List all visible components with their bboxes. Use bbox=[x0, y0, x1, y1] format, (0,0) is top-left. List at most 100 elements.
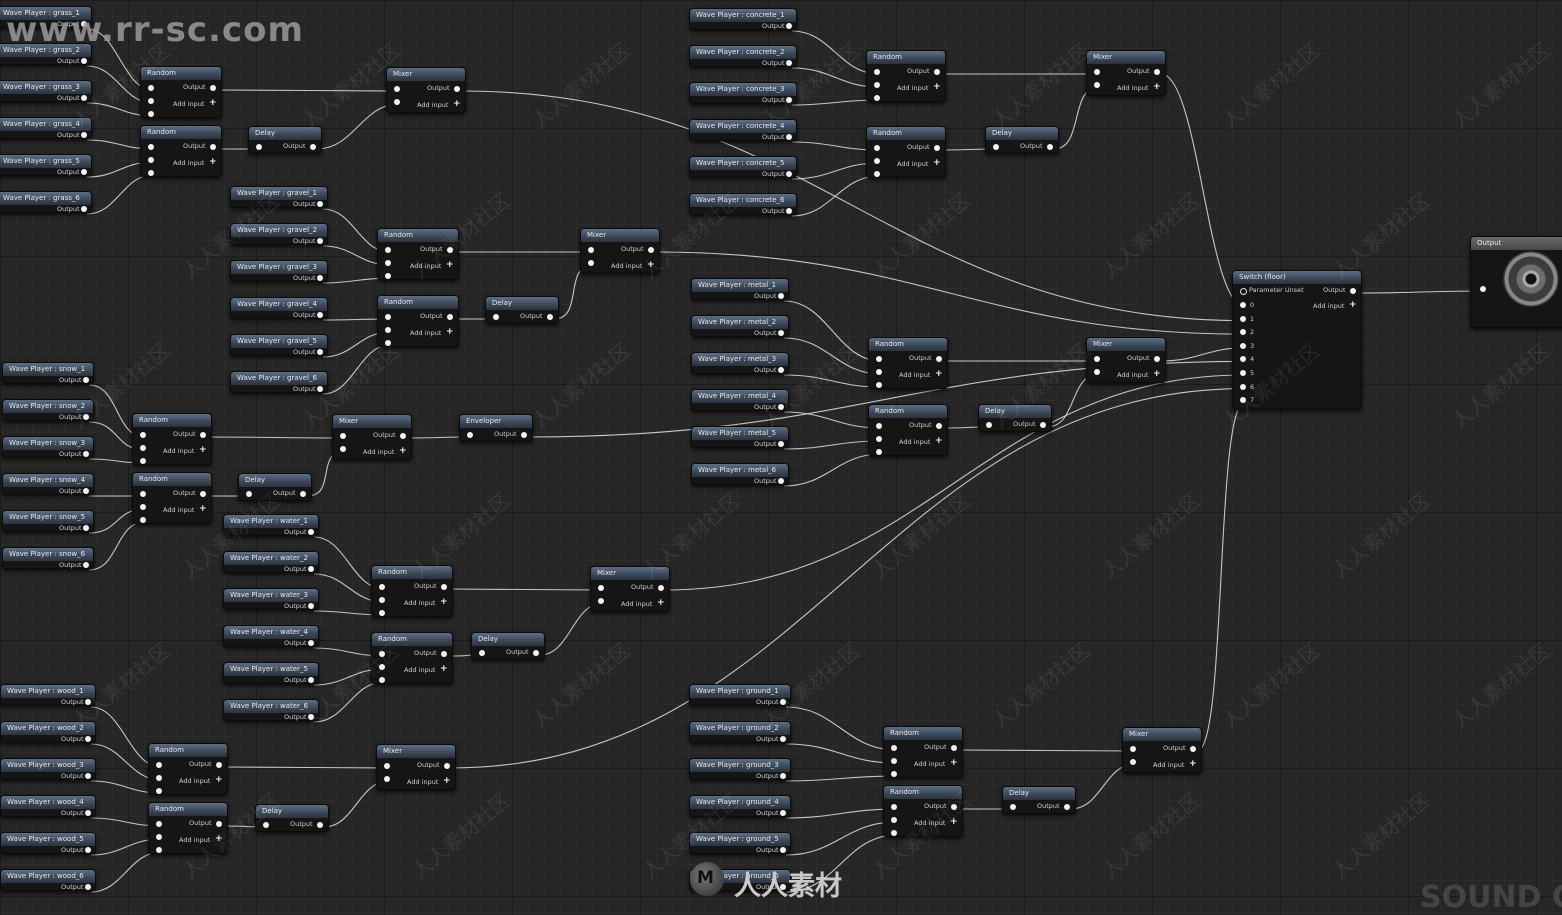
input-pin[interactable] bbox=[891, 771, 897, 777]
input-pin[interactable] bbox=[394, 86, 400, 92]
output-pin[interactable] bbox=[441, 651, 447, 657]
input-pin[interactable] bbox=[379, 584, 385, 590]
add-input-icon[interactable]: + bbox=[440, 598, 448, 607]
wave-player-node[interactable]: Wave Player : water_4 Output bbox=[223, 625, 319, 647]
input-pin[interactable] bbox=[479, 650, 485, 656]
output-pin[interactable] bbox=[83, 525, 89, 531]
add-input-icon[interactable]: + bbox=[1153, 370, 1161, 379]
wave-player-node[interactable]: Wave Player : wood_4 Output bbox=[0, 795, 96, 817]
input-pin[interactable] bbox=[156, 821, 162, 827]
add-input-icon[interactable]: + bbox=[933, 159, 941, 168]
random-node[interactable]: Random Output Add input + bbox=[868, 404, 948, 456]
mixer-node[interactable]: Mixer Output Add input + bbox=[332, 414, 412, 460]
input-pin[interactable] bbox=[148, 170, 154, 176]
output-pin[interactable] bbox=[780, 810, 786, 816]
delay-node[interactable]: Delay Output bbox=[1002, 786, 1076, 814]
output-pin[interactable] bbox=[200, 432, 206, 438]
output-pin[interactable] bbox=[200, 491, 206, 497]
output-pin[interactable] bbox=[317, 349, 323, 355]
random-node[interactable]: Random Output Add input + bbox=[866, 50, 946, 102]
wave-player-node[interactable]: Wave Player : metal_2 Output bbox=[691, 315, 789, 337]
output-pin[interactable] bbox=[317, 201, 323, 207]
wave-player-node[interactable]: Wave Player : concrete_2 Output bbox=[689, 45, 797, 67]
output-pin[interactable] bbox=[533, 650, 539, 656]
output-pin[interactable] bbox=[83, 451, 89, 457]
add-input-icon[interactable]: + bbox=[933, 83, 941, 92]
output-pin[interactable] bbox=[83, 488, 89, 494]
random-node[interactable]: Random Output Add input + bbox=[132, 472, 212, 524]
input-pin[interactable] bbox=[874, 145, 880, 151]
add-input-icon[interactable]: + bbox=[657, 599, 665, 608]
input-pin[interactable] bbox=[874, 95, 880, 101]
sound-cue-graph-canvas[interactable]: Wave Player : grass_1 Output Wave Player :… bbox=[0, 0, 1562, 915]
wave-player-node[interactable]: Wave Player : grass_3 Output bbox=[0, 80, 92, 102]
output-pin[interactable] bbox=[85, 773, 91, 779]
input-pin[interactable] bbox=[891, 745, 897, 751]
add-input-icon[interactable]: + bbox=[209, 158, 217, 167]
output-pin[interactable] bbox=[85, 884, 91, 890]
output-pin[interactable] bbox=[547, 314, 553, 320]
wave-player-node[interactable]: Wave Player : snow_4 Output bbox=[2, 473, 94, 495]
mixer-node[interactable]: Mixer Output Add input + bbox=[386, 67, 466, 113]
output-pin[interactable] bbox=[317, 238, 323, 244]
output-pin[interactable] bbox=[441, 584, 447, 590]
wave-player-node[interactable]: Wave Player : gravel_6 Output bbox=[230, 371, 328, 393]
switch-input-pin[interactable] bbox=[1240, 342, 1246, 349]
output-pin[interactable] bbox=[934, 69, 940, 75]
add-input-icon[interactable]: + bbox=[453, 100, 461, 109]
output-pin[interactable] bbox=[951, 745, 957, 751]
wave-player-node[interactable]: Wave Player : water_3 Output bbox=[223, 588, 319, 610]
wave-player-node[interactable]: Wave Player : gravel_5 Output bbox=[230, 334, 328, 356]
input-pin[interactable] bbox=[876, 423, 882, 429]
input-pin[interactable] bbox=[891, 817, 897, 823]
wave-player-node[interactable]: Wave Player : metal_6 Output bbox=[691, 463, 789, 485]
random-node[interactable]: Random Output Add input + bbox=[883, 726, 963, 778]
output-pin[interactable] bbox=[1350, 288, 1356, 294]
output-pin[interactable] bbox=[936, 356, 942, 362]
add-input-icon[interactable]: + bbox=[935, 370, 943, 379]
input-pin[interactable] bbox=[148, 144, 154, 150]
enveloper-node[interactable]: Enveloper Output bbox=[459, 414, 533, 442]
output-pin[interactable] bbox=[83, 562, 89, 568]
output-pin[interactable] bbox=[658, 585, 664, 591]
output-pin[interactable] bbox=[300, 491, 306, 497]
wave-player-node[interactable]: Wave Player : concrete_1 Output bbox=[689, 8, 797, 30]
input-pin[interactable] bbox=[385, 314, 391, 320]
add-input-icon[interactable]: + bbox=[215, 776, 223, 785]
add-input-icon[interactable]: + bbox=[1153, 83, 1161, 92]
output-pin[interactable] bbox=[308, 677, 314, 683]
parameter-pin[interactable] bbox=[1240, 288, 1247, 295]
input-pin[interactable] bbox=[588, 247, 594, 253]
input-pin[interactable] bbox=[148, 85, 154, 91]
wave-player-node[interactable]: Wave Player : grass_6 Output bbox=[0, 191, 92, 213]
delay-node[interactable]: Delay Output bbox=[485, 296, 559, 324]
output-pin[interactable] bbox=[83, 377, 89, 383]
output-pin[interactable] bbox=[786, 23, 792, 29]
input-pin[interactable] bbox=[876, 382, 882, 388]
output-node[interactable]: Output bbox=[1470, 236, 1562, 328]
output-pin[interactable] bbox=[85, 847, 91, 853]
wave-player-node[interactable]: Wave Player : gravel_4 Output bbox=[230, 297, 328, 319]
output-pin[interactable] bbox=[778, 478, 784, 484]
input-pin[interactable] bbox=[1130, 746, 1136, 752]
output-pin[interactable] bbox=[786, 134, 792, 140]
input-pin[interactable] bbox=[986, 422, 992, 428]
output-pin[interactable] bbox=[786, 171, 792, 177]
wave-player-node[interactable]: Wave Player : water_5 Output bbox=[223, 662, 319, 684]
input-pin[interactable] bbox=[148, 111, 154, 117]
wave-player-node[interactable]: Wave Player : snow_1 Output bbox=[2, 362, 94, 384]
input-pin[interactable] bbox=[156, 762, 162, 768]
input-pin[interactable] bbox=[340, 433, 346, 439]
switch-input-pin[interactable] bbox=[1240, 329, 1246, 336]
input-pin[interactable] bbox=[876, 449, 882, 455]
input-pin[interactable] bbox=[140, 458, 146, 464]
output-pin[interactable] bbox=[81, 169, 87, 175]
output-pin[interactable] bbox=[444, 763, 450, 769]
add-input-icon[interactable]: + bbox=[199, 446, 207, 455]
output-pin[interactable] bbox=[216, 762, 222, 768]
random-node[interactable]: Random Output Add input + bbox=[140, 125, 222, 177]
input-pin[interactable] bbox=[140, 432, 146, 438]
add-input-icon[interactable]: + bbox=[443, 777, 451, 786]
output-pin[interactable] bbox=[1047, 144, 1053, 150]
output-pin[interactable] bbox=[778, 293, 784, 299]
